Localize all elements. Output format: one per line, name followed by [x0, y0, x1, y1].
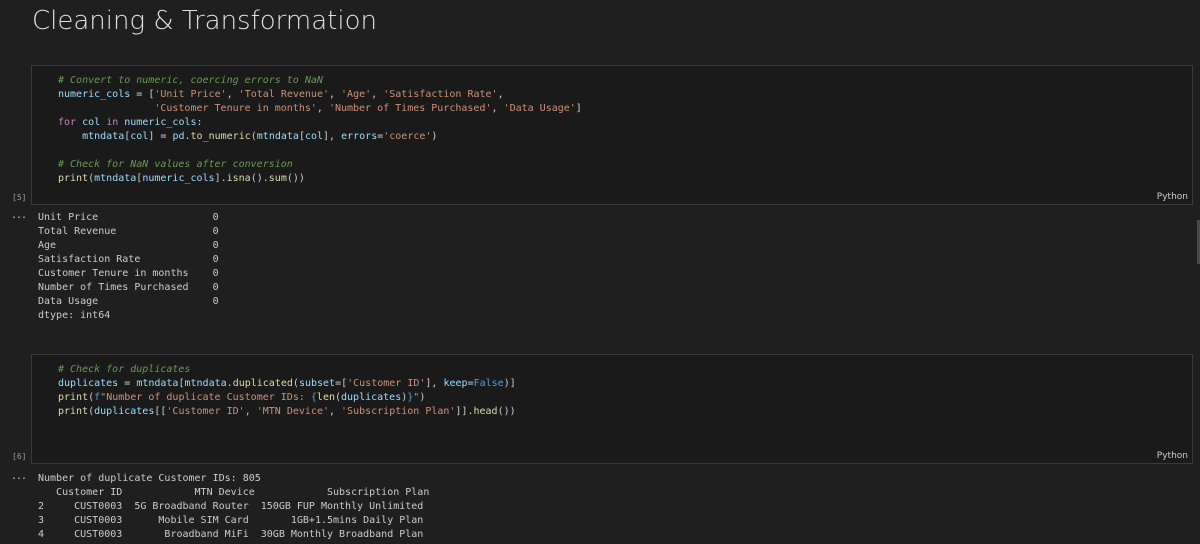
output-line: Data Usage 0 — [38, 296, 219, 307]
output-menu-icon[interactable]: ... — [11, 210, 27, 221]
output-line: Age 0 — [38, 240, 219, 251]
output-line: Customer Tenure in months 0 — [38, 268, 219, 279]
output-line: 4 CUST0003 Broadband MiFi 30GB Monthly B… — [38, 529, 424, 540]
language-label[interactable]: Python — [1157, 192, 1188, 202]
output-line: Unit Price 0 — [38, 212, 219, 223]
language-label[interactable]: Python — [1157, 451, 1188, 461]
code-editor-2[interactable]: # Check for duplicates duplicates = mtnd… — [58, 363, 516, 419]
code-editor-1[interactable]: # Convert to numeric, coercing errors to… — [58, 74, 582, 186]
code-line: # Check for duplicates — [58, 364, 191, 375]
page-title: Cleaning & Transformation — [32, 6, 377, 36]
cell-output-2: Number of duplicate Customer IDs: 805 Cu… — [38, 472, 429, 542]
code-line: # Convert to numeric, coercing errors to… — [58, 75, 323, 86]
code-line: # Check for NaN values after conversion — [58, 159, 293, 170]
execution-count: [6] — [12, 452, 27, 461]
code-cell-2[interactable]: # Check for duplicates duplicates = mtnd… — [31, 354, 1193, 464]
output-line: Number of Times Purchased 0 — [38, 282, 219, 293]
output-line: 3 CUST0003 Mobile SIM Card 1GB+1.5mins D… — [38, 515, 424, 526]
output-line: Satisfaction Rate 0 — [38, 254, 219, 265]
output-line: Total Revenue 0 — [38, 226, 219, 237]
cell-output-1: Unit Price 0 Total Revenue 0 Age 0 Satis… — [38, 211, 219, 323]
output-line: Customer ID MTN Device Subscription Plan — [38, 487, 430, 498]
output-menu-icon[interactable]: ... — [11, 471, 27, 482]
code-cell-1[interactable]: # Convert to numeric, coercing errors to… — [31, 65, 1193, 205]
output-line: dtype: int64 — [38, 310, 111, 321]
execution-count: [5] — [12, 193, 27, 202]
output-line: Number of duplicate Customer IDs: 805 — [38, 473, 261, 484]
output-line: 2 CUST0003 5G Broadband Router 150GB FUP… — [38, 501, 424, 512]
